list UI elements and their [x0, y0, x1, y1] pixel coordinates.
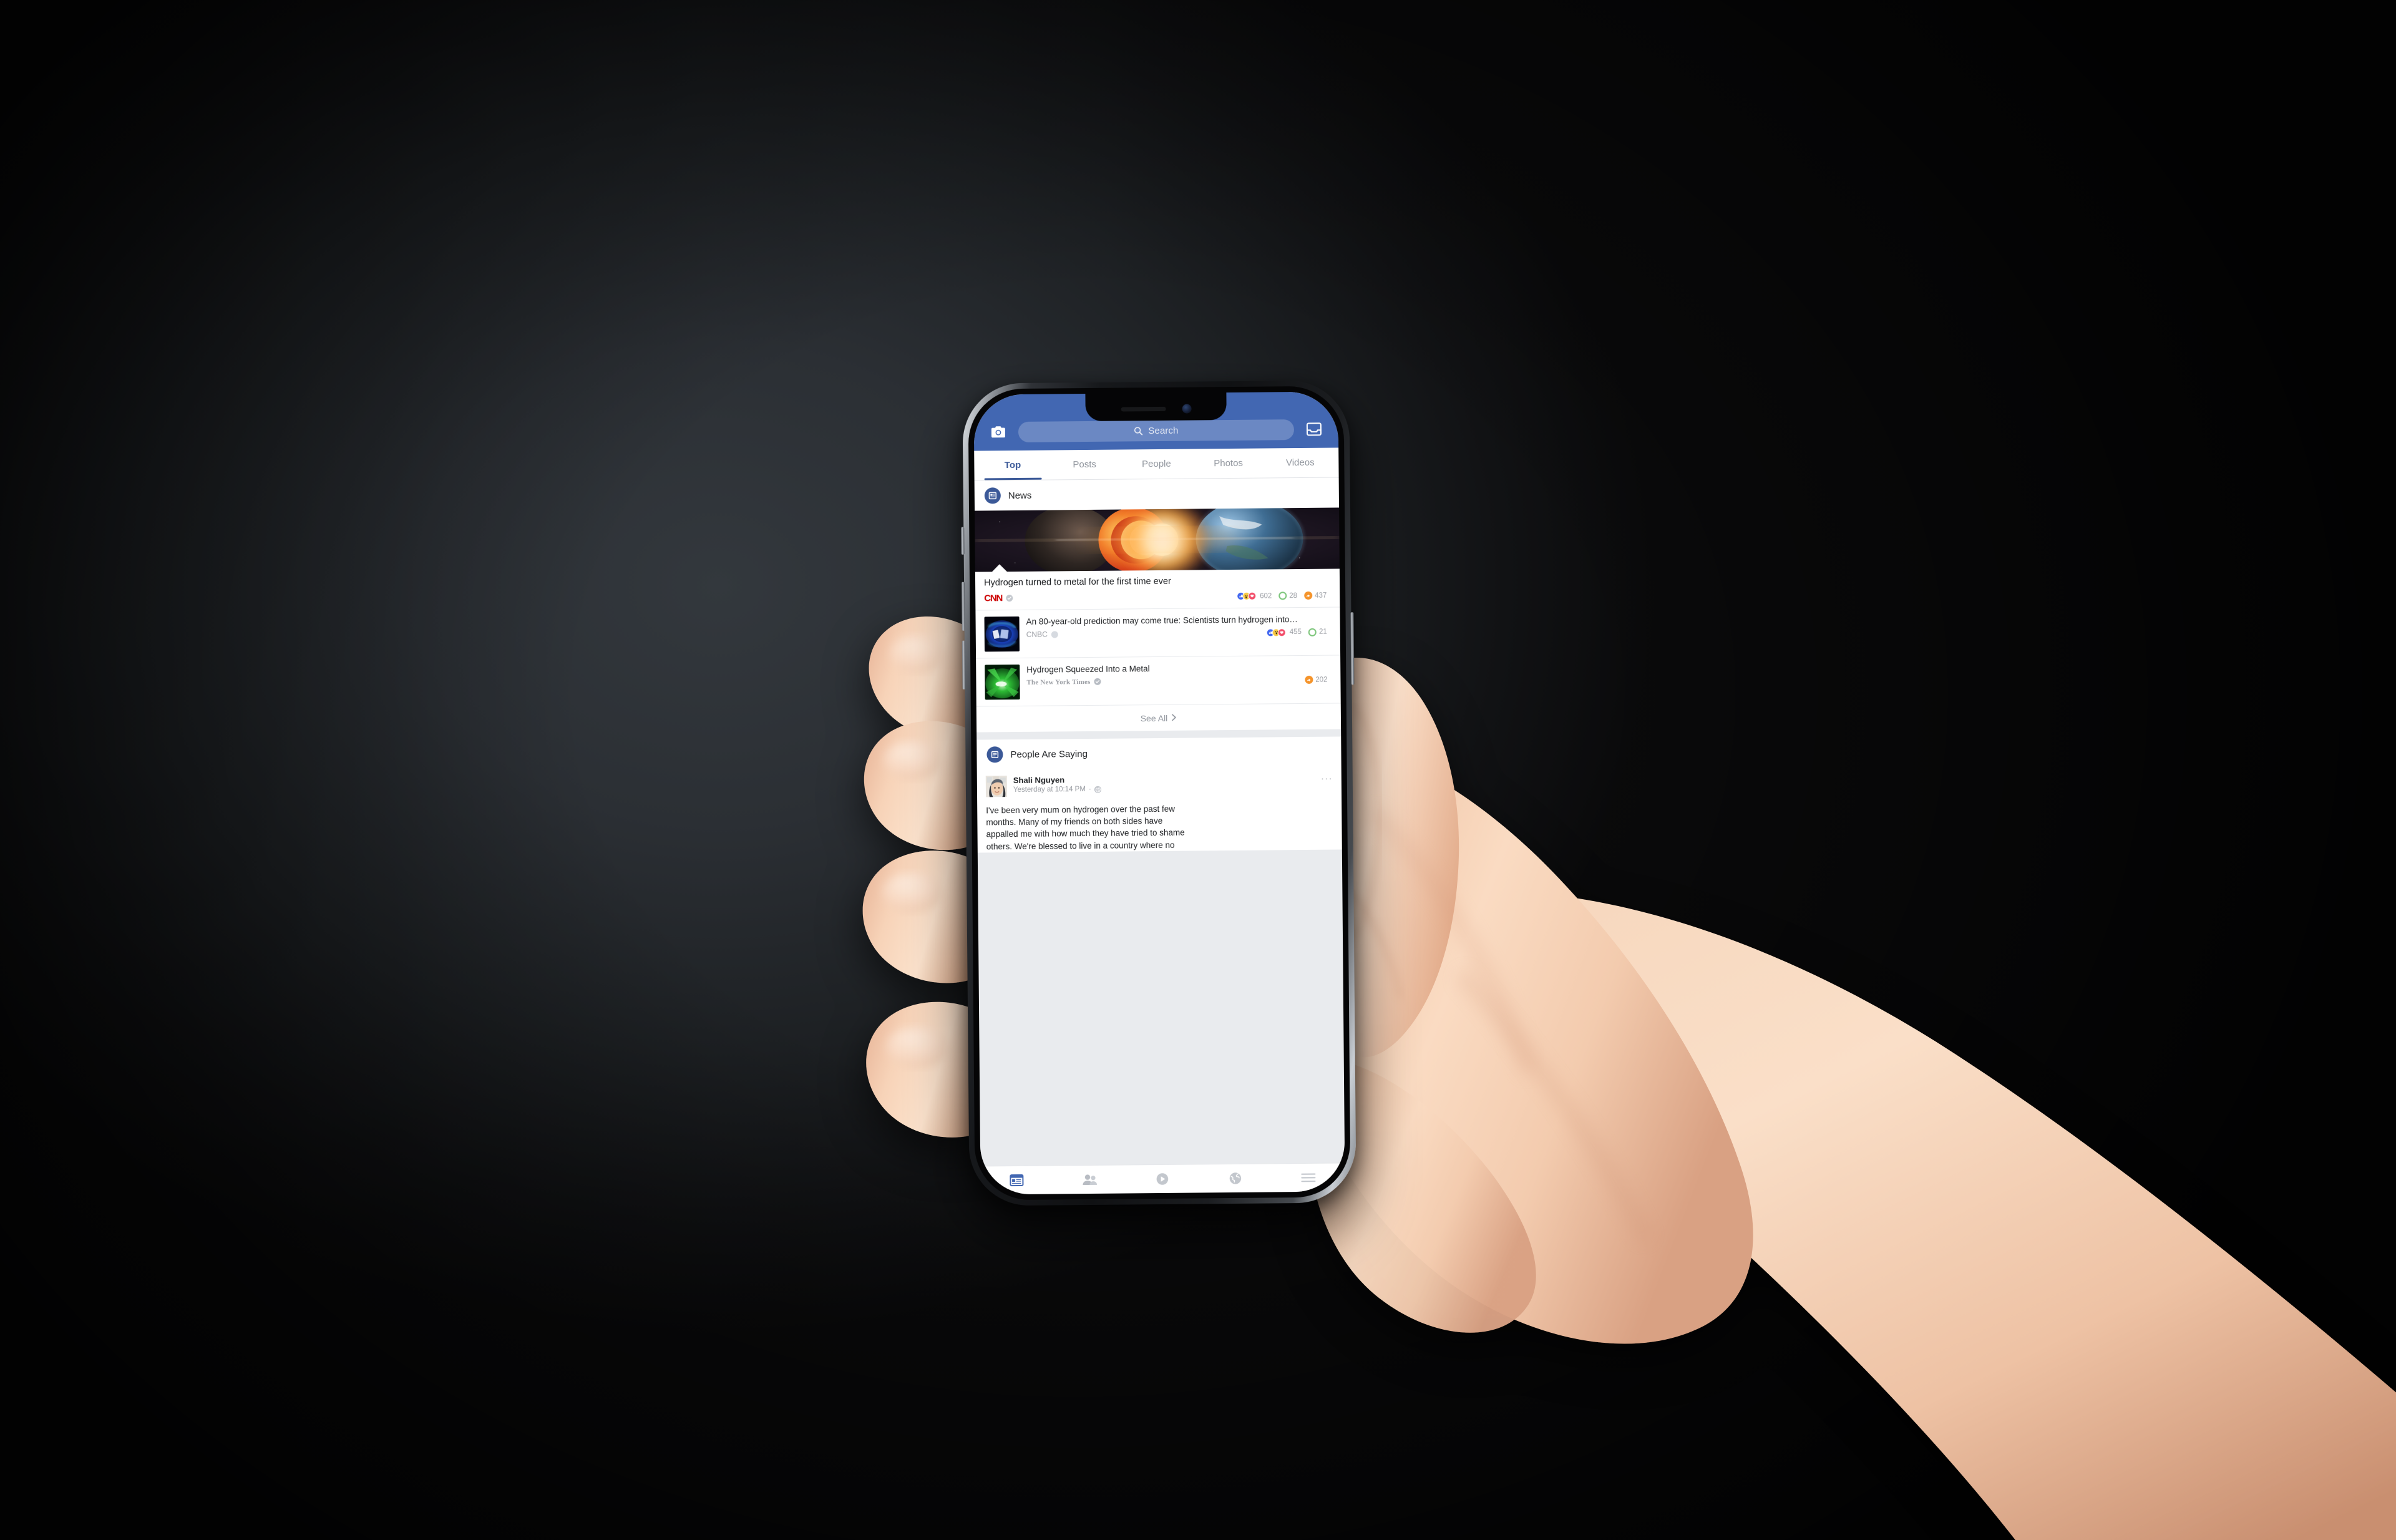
- post-author-name[interactable]: Shali Nguyen: [1013, 773, 1315, 785]
- phone-screen: Search Top Posts People Photos Videos Ne…: [973, 391, 1345, 1195]
- article-meta-nyt: The New York Times 202: [1026, 675, 1332, 686]
- front-camera-icon: [1182, 404, 1192, 414]
- hero-article-card[interactable]: Hydrogen turned to metal for the first t…: [975, 568, 1340, 610]
- tab-videos[interactable]: Videos: [1264, 448, 1337, 478]
- reaction-count: 602: [1260, 592, 1272, 600]
- share-icon: [1305, 675, 1313, 685]
- article-meta-cnbc: CNBC 455 21: [1026, 628, 1332, 639]
- love-reaction-icon: [1277, 628, 1286, 636]
- tab-people[interactable]: People: [1121, 449, 1193, 479]
- volume-up-button[interactable]: [962, 582, 965, 631]
- earth-cutaway-image: [975, 507, 1340, 572]
- news-article-icon: [984, 487, 1001, 504]
- nyt-logo: The New York Times: [1026, 678, 1091, 686]
- globe-notifications-icon[interactable]: [1199, 1164, 1272, 1192]
- news-section-header: News: [974, 477, 1340, 511]
- article-thumbnail-green: [985, 665, 1020, 700]
- post-body-text: I've been very mum on hydrogen over the …: [977, 799, 1342, 853]
- earpiece-speaker-icon: [1121, 406, 1166, 412]
- share-count: 437: [1315, 592, 1327, 600]
- article-thumbnail-blue: [984, 616, 1020, 652]
- hero-article-meta: CNN 602 28 437: [984, 590, 1331, 604]
- bottom-navigation-bar: [980, 1162, 1345, 1195]
- tab-posts[interactable]: Posts: [1048, 450, 1121, 480]
- post-header: Shali Nguyen Yesterday at 10:14 PM · ···: [976, 766, 1342, 802]
- hero-source: CNN: [984, 593, 1013, 604]
- see-all-button[interactable]: See All: [976, 703, 1342, 733]
- share-count: 202: [1315, 676, 1328, 684]
- comment-count: 28: [1289, 592, 1298, 600]
- search-result-tabs: Top Posts People Photos Videos: [974, 447, 1339, 481]
- card-pointer-notch: [991, 564, 1008, 572]
- verified-badge-icon: [1006, 595, 1013, 602]
- avatar[interactable]: [985, 776, 1008, 797]
- search-icon: [1134, 426, 1143, 436]
- article-row-nyt[interactable]: Hydrogen Squeezed Into a Metal The New Y…: [976, 655, 1341, 706]
- video-play-icon[interactable]: [1126, 1164, 1199, 1193]
- see-all-label: See All: [1140, 713, 1168, 723]
- verified-badge-icon: [1051, 631, 1058, 638]
- article-title-cnbc: An 80-year-old prediction may come true:…: [1026, 615, 1298, 626]
- iphone-device: Search Top Posts People Photos Videos Ne…: [961, 380, 1356, 1206]
- article-row-cnbc[interactable]: An 80-year-old prediction may come true:…: [975, 607, 1341, 658]
- love-reaction-icon: [1248, 592, 1257, 600]
- comment-icon: [1308, 628, 1317, 636]
- comment-icon: [1278, 592, 1287, 600]
- people-saying-header: People Are Saying: [976, 736, 1342, 770]
- search-input[interactable]: Search: [1018, 419, 1295, 442]
- article-title-nyt: Hydrogen Squeezed Into a Metal: [1026, 664, 1150, 675]
- chevron-right-icon: [1171, 713, 1177, 723]
- cnn-logo: CNN: [984, 593, 1003, 604]
- tab-photos[interactable]: Photos: [1192, 449, 1265, 479]
- ellipsis-icon[interactable]: ···: [1321, 773, 1333, 784]
- search-results-feed[interactable]: News Hydrogen turned to metal for the fi…: [974, 477, 1345, 1166]
- volume-down-button[interactable]: [962, 640, 966, 690]
- reaction-count: 455: [1289, 628, 1302, 636]
- tab-top[interactable]: Top: [976, 451, 1049, 480]
- post-line-4: others. We're blessed to live in a count…: [986, 840, 1175, 852]
- messenger-inbox-icon[interactable]: [1303, 419, 1325, 440]
- cnbc-source-name: CNBC: [1026, 630, 1048, 639]
- people-saying-title: People Are Saying: [1010, 748, 1088, 760]
- camera-icon[interactable]: [988, 421, 1009, 442]
- hero-engagement-stats: 602 28 437: [1237, 591, 1331, 601]
- news-section-title: News: [1008, 490, 1032, 501]
- hero-article-title: Hydrogen turned to metal for the first t…: [983, 576, 1171, 588]
- post-timestamp: Yesterday at 10:14 PM: [1013, 786, 1086, 794]
- device-notch: [1085, 392, 1227, 422]
- post-list-icon: [986, 746, 1003, 763]
- post-timestamp-row: Yesterday at 10:14 PM ·: [1013, 784, 1315, 794]
- share-icon: [1304, 591, 1313, 600]
- hero-article-image[interactable]: [975, 507, 1340, 572]
- comment-count: 21: [1318, 628, 1327, 636]
- timestamp-separator: ·: [1088, 786, 1091, 794]
- article-engagement-cnbc: 455 21: [1266, 628, 1332, 637]
- mute-switch[interactable]: [961, 527, 965, 555]
- verified-badge-icon: [1094, 678, 1101, 686]
- search-placeholder-text: Search: [1148, 425, 1179, 437]
- globe-public-icon: [1094, 786, 1101, 793]
- power-button[interactable]: [1350, 612, 1355, 685]
- article-engagement-nyt: 202: [1305, 675, 1332, 685]
- friends-icon[interactable]: [1053, 1165, 1126, 1194]
- reaction-icons: [1237, 592, 1257, 601]
